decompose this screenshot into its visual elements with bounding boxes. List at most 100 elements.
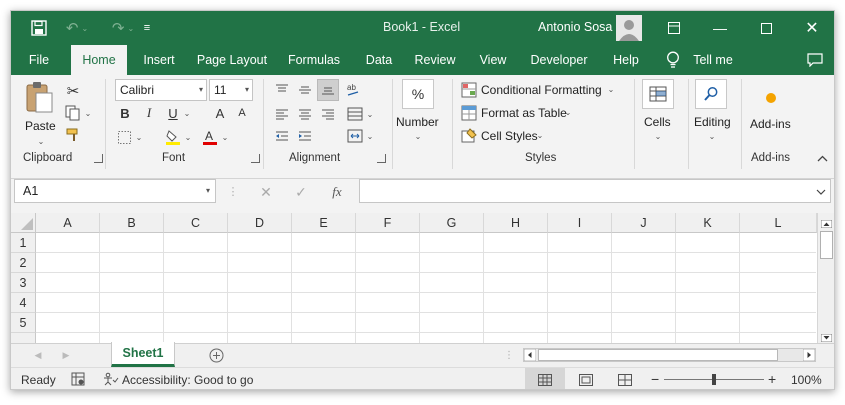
copy-icon[interactable]: ⌄ [63,103,93,123]
collapse-ribbon-icon[interactable] [815,151,829,165]
cells-icon[interactable] [642,79,674,109]
alignment-launcher-icon[interactable] [377,154,386,163]
increase-indent-icon[interactable] [296,127,314,145]
zoom-in-button[interactable]: + [768,371,776,387]
cell-styles-dropdown-icon[interactable]: ⌄ [535,129,545,141]
percent-icon[interactable]: % [402,79,434,109]
tab-data[interactable]: Data [359,45,399,75]
cells-label[interactable]: Cells [644,115,671,129]
font-color-icon[interactable]: A ⌄ [199,127,231,147]
column-header-j[interactable]: J [612,213,676,233]
chevron-down-icon[interactable]: ▾ [206,180,210,202]
customize-quick-access-icon[interactable]: ≡ [137,11,157,45]
clipboard-launcher-icon[interactable] [94,154,103,163]
add-ins-button[interactable]: Add-ins [750,117,791,131]
tab-view[interactable]: View [471,45,515,75]
align-left-icon[interactable] [273,105,291,123]
column-header-h[interactable]: H [484,213,548,233]
decrease-font-size-button[interactable]: A [234,103,250,123]
cut-icon[interactable]: ✂ [63,81,83,101]
merge-center-icon[interactable]: ⌄ [343,127,377,145]
scroll-sheets-right-icon[interactable]: ▶ [61,348,71,362]
conditional-formatting-button[interactable]: Conditional Formatting [481,83,602,97]
formula-input[interactable] [359,179,831,203]
column-header-k[interactable]: K [676,213,740,233]
editing-dropdown-icon[interactable]: ⌄ [707,131,717,141]
minimize-icon[interactable]: — [697,11,743,45]
column-header-c[interactable]: C [164,213,228,233]
column-header-d[interactable]: D [228,213,292,233]
underline-button[interactable]: U [164,103,182,123]
add-ins-icon[interactable] [760,87,782,109]
expand-formula-bar-icon[interactable] [816,185,826,199]
new-sheet-icon[interactable] [207,346,225,364]
page-layout-view-icon[interactable] [579,374,593,389]
close-icon[interactable]: ✕ [789,11,834,45]
format-as-table-button[interactable]: Format as Table [481,106,567,120]
macro-recording-icon[interactable] [71,372,85,389]
tell-me-search[interactable]: Tell me [687,45,739,75]
tab-insert[interactable]: Insert [135,45,183,75]
cancel-icon[interactable]: ✕ [256,183,276,201]
top-align-icon[interactable] [273,81,291,99]
horizontal-scroll-thumb[interactable] [538,349,778,361]
tab-help[interactable]: Help [605,45,647,75]
undo-icon[interactable]: ↶ ⌄ [57,11,97,45]
increase-font-size-button[interactable]: A [212,103,228,123]
font-name-select[interactable]: Calibri ▾ [115,79,207,101]
editing-label[interactable]: Editing [694,115,731,129]
borders-icon[interactable]: ⌄ [115,127,145,147]
row-header-4[interactable]: 4 [11,293,36,313]
zoom-out-button[interactable]: − [651,371,659,387]
scroll-right-icon[interactable] [802,348,816,364]
tab-developer[interactable]: Developer [523,45,595,75]
ribbon-display-icon[interactable] [651,11,697,45]
tab-home[interactable]: Home [71,45,127,75]
underline-dropdown-icon[interactable]: ⌄ [182,103,192,123]
font-launcher-icon[interactable] [251,154,260,163]
format-as-table-icon[interactable] [460,104,478,122]
zoom-level[interactable]: 100% [791,373,822,387]
column-header-i[interactable]: I [548,213,612,233]
column-header-b[interactable]: B [100,213,164,233]
name-box[interactable]: A1 ▾ [14,179,216,203]
scroll-left-icon[interactable] [523,348,537,364]
cell-styles-button[interactable]: Cell Styles [481,129,538,143]
row-header-5[interactable]: 5 [11,313,36,333]
drag-handle-icon[interactable]: ⋮ [504,348,514,362]
normal-view-button[interactable] [525,368,565,389]
tab-formulas[interactable]: Formulas [281,45,347,75]
scroll-sheets-left-icon[interactable]: ◀ [33,348,43,362]
column-header-a[interactable]: A [36,213,100,233]
insert-function-icon[interactable]: fx [327,183,347,201]
select-all-corner[interactable] [11,213,36,233]
middle-align-icon[interactable] [296,81,314,99]
lightbulb-icon[interactable] [661,45,685,75]
page-break-preview-icon[interactable] [618,374,632,389]
avatar[interactable] [616,15,642,41]
wrap-text-icon[interactable]: ⌄ [343,105,377,123]
column-header-g[interactable]: G [420,213,484,233]
paste-icon[interactable] [23,81,55,113]
column-header-f[interactable]: F [356,213,420,233]
accessibility-status[interactable]: Accessibility: Good to go [122,373,253,387]
enter-icon[interactable]: ✓ [291,183,311,201]
scroll-up-icon[interactable] [820,217,833,231]
fill-color-icon[interactable]: ⌄ [163,127,193,147]
accessibility-icon[interactable] [103,372,119,389]
align-center-icon[interactable] [296,105,314,123]
tab-review[interactable]: Review [409,45,461,75]
zoom-slider-thumb[interactable] [712,374,716,385]
row-header-1[interactable]: 1 [11,233,36,253]
column-header-e[interactable]: E [292,213,356,233]
bottom-align-icon[interactable] [317,79,339,101]
user-name[interactable]: Antonio Sosa [538,20,612,34]
align-right-icon[interactable] [319,105,337,123]
conditional-formatting-icon[interactable] [460,81,478,99]
drag-handle-icon[interactable]: ⋮ [228,183,239,199]
paste-dropdown-icon[interactable]: ⌄ [36,137,46,146]
sheet-tab-sheet1[interactable]: Sheet1 [111,342,175,367]
font-size-select[interactable]: 11 ▾ [209,79,253,101]
comments-icon[interactable] [801,45,829,75]
format-as-table-dropdown-icon[interactable]: ⌄ [563,106,573,118]
